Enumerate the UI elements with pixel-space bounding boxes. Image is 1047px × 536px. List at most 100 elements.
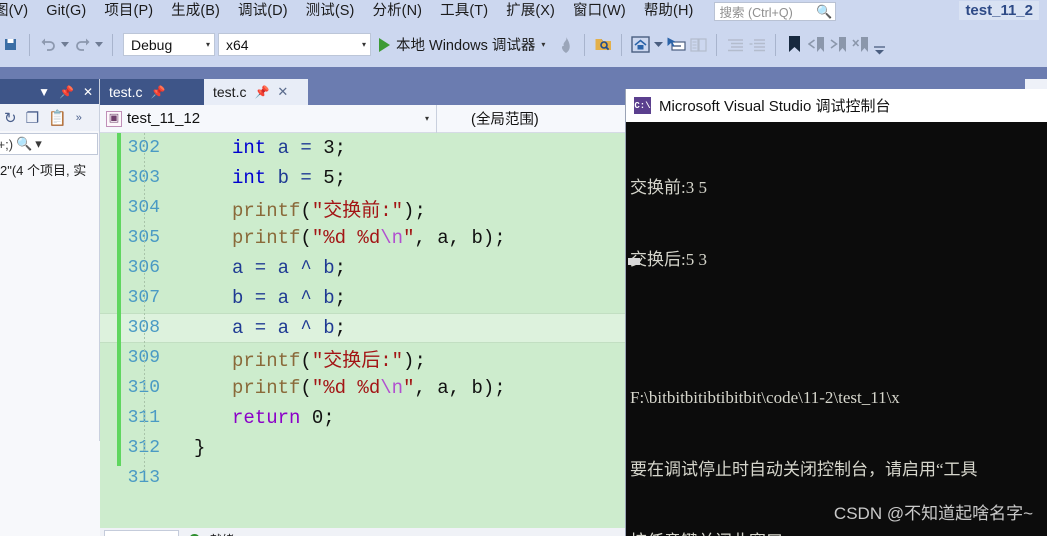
menu-bar: 图(V) Git(G) 项目(P) 生成(B) 调试(D) 测试(S) 分析(N… xyxy=(0,0,1047,22)
code-line[interactable]: 306 a = a ^ b; xyxy=(100,253,625,283)
code-text: a = a ^ b; xyxy=(168,257,346,279)
tab-test-c-active[interactable]: test.c 📌 ✕ xyxy=(204,79,308,105)
pin-icon[interactable]: 📌 xyxy=(254,85,269,99)
code-token: a = xyxy=(266,137,324,159)
build-configuration-select[interactable]: Debug ▾ xyxy=(123,33,215,56)
compare-icon[interactable] xyxy=(687,34,709,56)
properties-icon[interactable]: 📋 xyxy=(48,109,67,127)
pin-icon[interactable]: 📌 xyxy=(59,86,74,98)
outdent-icon[interactable] xyxy=(746,34,768,56)
code-text: printf("%d %d\n", a, b); xyxy=(168,377,506,399)
dropdown-icon[interactable] xyxy=(651,34,665,56)
solution-search-input[interactable]: (Ctrl+;) 🔍 ▾ xyxy=(0,133,98,155)
chevron-down-icon[interactable]: ▾ xyxy=(425,114,429,123)
console-cursor xyxy=(628,258,640,265)
code-line[interactable]: 309 printf("交换后:"); xyxy=(100,343,625,373)
code-token: b = a ^ b xyxy=(232,287,335,309)
next-bookmark-icon[interactable] xyxy=(827,34,849,56)
menu-analyze[interactable]: 分析(N) xyxy=(363,0,431,22)
code-line[interactable]: 312} xyxy=(100,433,625,463)
platform-value: x64 xyxy=(226,36,249,53)
home-window-icon[interactable] xyxy=(629,34,651,56)
find-in-files-icon[interactable] xyxy=(592,34,614,56)
code-text: int a = 3; xyxy=(168,137,346,159)
code-line[interactable]: 308 a = a ^ b; xyxy=(100,313,625,343)
debug-console-window[interactable]: C:\ Microsoft Visual Studio 调试控制台 交换前:3 … xyxy=(625,89,1047,536)
code-token: "交换前:" xyxy=(311,199,404,222)
code-line[interactable]: 307 b = a ^ b; xyxy=(100,283,625,313)
close-icon[interactable]: ✕ xyxy=(83,86,93,98)
toolbar-separator xyxy=(621,33,623,56)
menu-extensions[interactable]: 扩展(X) xyxy=(497,0,564,22)
code-line[interactable]: 305 printf("%d %d\n", a, b); xyxy=(100,223,625,253)
code-token: ; xyxy=(323,407,335,429)
code-line[interactable]: 302 int a = 3; xyxy=(100,133,625,163)
project-selector[interactable]: ▣ test_11_12 ▾ xyxy=(100,104,437,133)
code-line[interactable]: 310 printf("%d %d\n", a, b); xyxy=(100,373,625,403)
code-text: printf("交换前:"); xyxy=(168,195,426,222)
start-debugging-button[interactable]: 本地 Windows 调试器 ▾ xyxy=(379,34,545,55)
platform-select[interactable]: x64 ▾ xyxy=(218,33,371,56)
menu-git[interactable]: Git(G) xyxy=(37,0,95,22)
code-token: ( xyxy=(300,199,312,222)
save-all-icon[interactable] xyxy=(0,34,22,56)
undo-dropdown-icon[interactable] xyxy=(59,34,71,56)
prev-bookmark-icon[interactable] xyxy=(805,34,827,56)
code-line[interactable]: 303 int b = 5; xyxy=(100,163,625,193)
code-line[interactable]: 311 return 0; xyxy=(100,403,625,433)
pin-icon[interactable]: 📌 xyxy=(150,85,165,99)
menu-tools[interactable]: 工具(T) xyxy=(431,0,497,22)
code-token: ; xyxy=(334,167,347,189)
chevron-down-icon: ▾ xyxy=(361,40,366,49)
code-token: 3 xyxy=(323,137,335,159)
app-window: 图(V) Git(G) 项目(P) 生成(B) 调试(D) 测试(S) 分析(N… xyxy=(0,0,1047,536)
menu-test[interactable]: 测试(S) xyxy=(297,0,364,22)
close-icon[interactable]: ✕ xyxy=(277,84,288,100)
code-token: ; xyxy=(334,257,347,279)
line-number: 309 xyxy=(127,348,160,368)
status-text: 就绪 xyxy=(210,531,234,536)
menu-debug[interactable]: 调试(D) xyxy=(229,0,297,22)
code-editor[interactable]: 302 int a = 3; 303 int b = 5; 304 printf("交换前… xyxy=(100,133,625,536)
code-token: , a, b); xyxy=(414,227,506,249)
overflow-icon[interactable] xyxy=(871,39,887,61)
console-line: 要在调试停止时自动关闭控制台，请启用“工具 xyxy=(630,460,978,479)
code-text: b = a ^ b; xyxy=(168,287,346,309)
tab-test-c-inactive[interactable]: test.c 📌 xyxy=(100,79,204,105)
code-line[interactable]: 313 xyxy=(100,463,625,493)
undo-icon[interactable] xyxy=(37,34,59,56)
search-input[interactable]: 搜索 (Ctrl+Q) 🔍 xyxy=(714,1,837,21)
code-token: printf xyxy=(232,377,301,399)
clear-bookmarks-icon[interactable] xyxy=(849,34,871,56)
indent-icon[interactable] xyxy=(724,34,746,56)
refresh-icon[interactable]: ↻ xyxy=(4,109,17,127)
new-window-icon[interactable] xyxy=(665,34,687,56)
menu-project[interactable]: 项目(P) xyxy=(95,0,162,22)
code-token: a = a ^ b xyxy=(232,317,335,339)
code-token: int xyxy=(232,167,267,189)
console-line: 交换前:3 5 xyxy=(630,178,707,197)
code-line[interactable]: 304 printf("交换前:"); xyxy=(100,193,625,223)
chevron-down-icon[interactable]: ▾ xyxy=(35,136,42,152)
collapse-all-icon[interactable]: ❐ xyxy=(26,109,39,127)
menu-window[interactable]: 窗口(W) xyxy=(564,0,635,22)
menu-build[interactable]: 生成(B) xyxy=(162,0,229,22)
overflow-icon[interactable]: » xyxy=(76,112,82,124)
line-number: 312 xyxy=(127,438,160,458)
menu-help[interactable]: 帮助(H) xyxy=(635,0,703,22)
bookmark-icon[interactable] xyxy=(783,34,805,56)
chevron-down-icon[interactable]: ▼ xyxy=(38,86,50,98)
menu-view[interactable]: 图(V) xyxy=(0,0,37,22)
project-name-chip: test_11_2 xyxy=(959,1,1039,20)
code-token: ; xyxy=(334,287,347,309)
code-token: "交换后:" xyxy=(311,349,404,372)
code-token: ; xyxy=(334,137,347,159)
search-placeholder: 搜索 (Ctrl+Q) xyxy=(719,5,793,20)
redo-icon[interactable] xyxy=(71,34,93,56)
redo-dropdown-icon[interactable] xyxy=(93,34,105,56)
line-number: 313 xyxy=(127,468,160,488)
hot-reload-icon[interactable] xyxy=(555,34,577,56)
code-token: 0 xyxy=(311,407,324,429)
